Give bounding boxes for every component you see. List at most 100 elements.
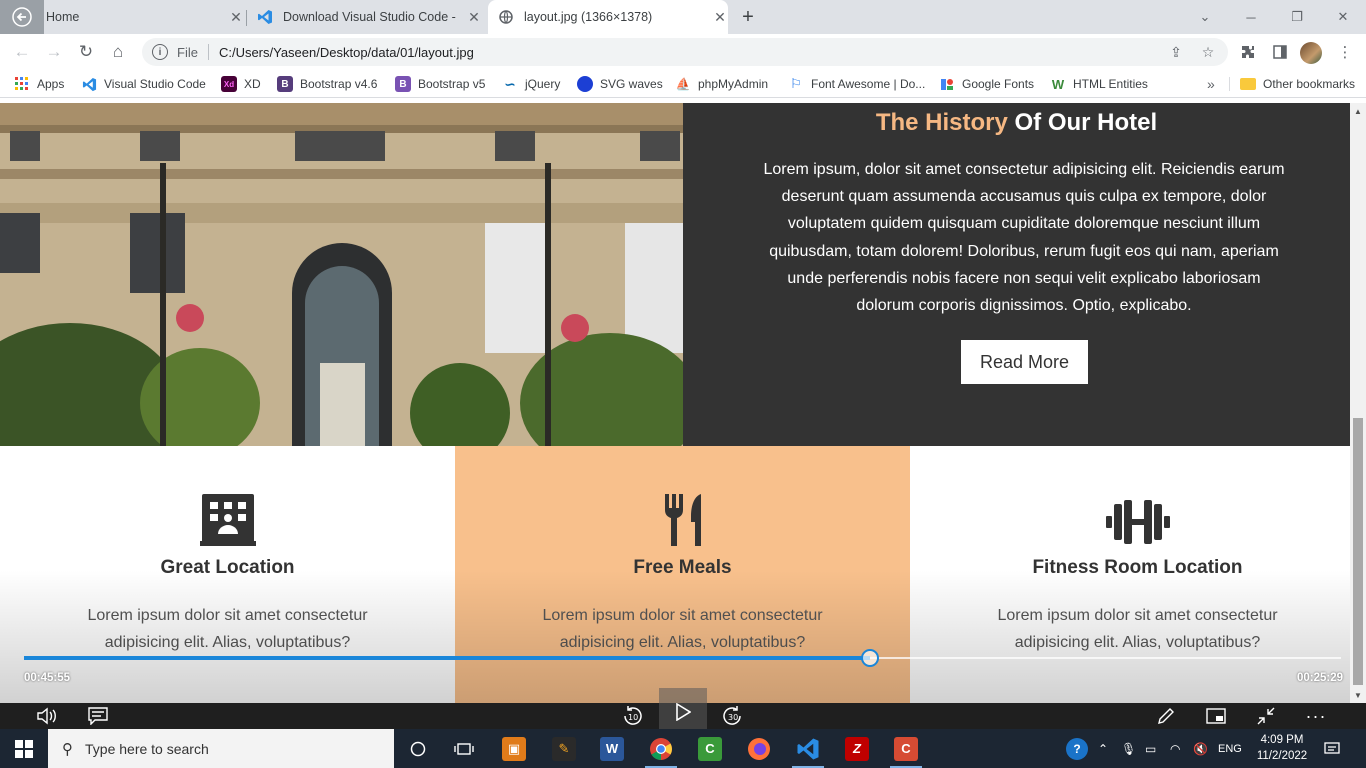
history-paragraph: Lorem ipsum, dolor sit amet consectetur … <box>763 161 1285 315</box>
tab-vscode-download[interactable]: Download Visual Studio Code - M ✕ <box>257 0 482 34</box>
close-tab-icon[interactable]: ✕ <box>466 9 482 25</box>
bookmark-vscode[interactable]: Visual Studio Code <box>81 74 206 94</box>
back-arrow-icon <box>12 7 32 27</box>
close-tab-icon[interactable]: ✕ <box>712 9 728 25</box>
bookmark-label: Font Awesome | Do... <box>811 77 926 91</box>
bookmark-font-awesome[interactable]: ⚐ Font Awesome | Do... <box>788 74 925 94</box>
tab-layout-image[interactable]: layout.jpg (1366×1378) ✕ <box>488 0 728 34</box>
bookmark-xd[interactable]: Xd XD <box>221 74 261 94</box>
feature-title: Free Meals <box>633 557 732 578</box>
feature-card-fitness: Fitness Room Location Lorem ipsum dolor … <box>910 446 1350 703</box>
scrollbar-thumb[interactable] <box>1353 418 1363 685</box>
help-icon[interactable]: ? <box>1066 729 1088 768</box>
back-overlay-button[interactable] <box>0 0 44 34</box>
restore-icon[interactable]: ❐ <box>1274 0 1320 34</box>
read-more-button[interactable]: Read More <box>961 340 1088 384</box>
side-panel-icon[interactable] <box>1266 38 1294 66</box>
profile-avatar[interactable] <box>1300 42 1322 64</box>
microphone-icon[interactable]: 🎙 <box>1121 729 1136 768</box>
bookmarks-bar: Apps Visual Studio Code Xd XD B Bootstra… <box>0 70 1366 98</box>
forward-icon[interactable]: → <box>40 38 68 66</box>
app-icon-designer[interactable]: ✎ <box>540 729 588 768</box>
rewind-10-icon[interactable]: 10 <box>616 703 648 729</box>
bookmark-star-icon[interactable]: ☆ <box>1194 38 1222 66</box>
bookmark-bootstrap-5[interactable]: B Bootstrap v5 <box>395 74 485 94</box>
wifi-icon[interactable]: ◠ <box>1170 729 1180 768</box>
url-text[interactable]: C:/Users/Yaseen/Desktop/data/01/layout.j… <box>219 45 474 60</box>
chrome-icon[interactable] <box>637 729 685 768</box>
bookmark-label: Google Fonts <box>962 77 1035 91</box>
google-fonts-icon <box>939 76 955 92</box>
share-icon[interactable]: ⇪ <box>1162 38 1190 66</box>
scroll-down-arrow-icon[interactable]: ▼ <box>1354 691 1362 700</box>
search-icon: ⚲ <box>62 740 73 758</box>
show-hidden-icons-icon[interactable]: ⌃ <box>1098 729 1108 768</box>
vscode-icon <box>81 76 97 92</box>
minimize-icon[interactable]: ─ <box>1228 0 1274 34</box>
clock-date: 11/2/2022 <box>1256 750 1308 762</box>
subtitles-icon[interactable] <box>82 703 114 729</box>
notifications-icon[interactable] <box>1324 729 1340 768</box>
scroll-up-arrow-icon[interactable]: ▲ <box>1354 107 1362 116</box>
cortana-icon[interactable] <box>394 729 442 768</box>
bookmark-label: Apps <box>37 77 65 91</box>
volume-muted-icon[interactable]: 🔇 <box>1193 729 1208 768</box>
close-window-icon[interactable]: ✕ <box>1320 0 1366 34</box>
globe-icon <box>498 9 514 25</box>
feature-text: Lorem ipsum dolor sit amet consectetur a… <box>997 607 1278 651</box>
bootstrap-icon: B <box>395 76 411 92</box>
bookmark-label: HTML Entities <box>1073 77 1148 91</box>
vscode-taskbar-icon[interactable] <box>784 729 832 768</box>
bookmark-bootstrap-4[interactable]: B Bootstrap v4.6 <box>277 74 377 94</box>
battery-icon[interactable]: ▭ <box>1145 729 1156 768</box>
tab-divider <box>246 10 247 26</box>
back-icon[interactable]: ← <box>8 38 36 66</box>
seek-bar-progress <box>24 656 870 660</box>
utensils-icon <box>455 494 910 548</box>
firefox-icon[interactable] <box>735 729 783 768</box>
camtasia-icon[interactable]: C <box>686 729 734 768</box>
pen-edit-icon[interactable] <box>1150 703 1182 729</box>
word-icon[interactable]: W <box>588 729 636 768</box>
bookmark-phpmyadmin[interactable]: ⛵ phpMyAdmin <box>675 74 769 94</box>
taskbar-clock[interactable]: 4:09 PM 11/2/2022 <box>1252 732 1312 764</box>
address-bar[interactable]: i File C:/Users/Yaseen/Desktop/data/01/l… <box>142 38 1228 66</box>
mini-view-icon[interactable] <box>1200 703 1232 729</box>
exit-fullscreen-icon[interactable] <box>1250 703 1282 729</box>
task-view-icon[interactable] <box>440 729 488 768</box>
tab-strip: Home ✕ Download Visual Studio Code - M ✕… <box>0 0 1366 34</box>
bookmark-apps[interactable]: Apps <box>14 74 64 94</box>
volume-icon[interactable] <box>32 703 64 729</box>
tab-home[interactable]: Home ✕ <box>44 0 244 34</box>
home-icon[interactable]: ⌂ <box>104 38 132 66</box>
browser-menu-icon[interactable]: ⋮ <box>1331 38 1359 66</box>
tab-search-chevron-icon[interactable]: ⌄ <box>1182 0 1228 34</box>
bookmark-jquery[interactable]: ∽ jQuery <box>502 74 560 94</box>
bookmark-html-entities[interactable]: W HTML Entities <box>1050 74 1148 94</box>
new-tab-button[interactable]: + <box>736 6 760 28</box>
close-tab-icon[interactable]: ✕ <box>228 9 244 25</box>
language-indicator[interactable]: ENG <box>1218 729 1242 768</box>
extensions-icon[interactable] <box>1234 38 1262 66</box>
svg-text:30: 30 <box>728 713 738 722</box>
page-scrollbar[interactable]: ▲ ▼ <box>1350 103 1366 703</box>
other-bookmarks-folder[interactable]: Other bookmarks <box>1240 74 1355 94</box>
site-info-icon[interactable]: i <box>152 44 168 60</box>
url-divider <box>207 44 209 60</box>
url-scheme-label: File <box>177 44 198 60</box>
reload-icon[interactable]: ↻ <box>72 38 100 66</box>
seek-thumb[interactable] <box>860 649 879 667</box>
app-icon-orange[interactable]: ▣ <box>490 729 538 768</box>
more-bookmarks-chevron-icon[interactable]: » <box>1207 74 1215 94</box>
bookmark-google-fonts[interactable]: Google Fonts <box>939 74 1034 94</box>
taskbar-search-box[interactable]: ⚲ Type here to search <box>48 729 394 768</box>
more-options-icon[interactable]: ··· <box>1300 703 1332 729</box>
tab-title: Download Visual Studio Code - M <box>283 10 460 24</box>
forward-30-icon[interactable]: 30 <box>717 703 749 729</box>
svg-text:10: 10 <box>628 713 638 722</box>
bootstrap-icon: B <box>277 76 293 92</box>
filezilla-icon[interactable]: Z <box>833 729 881 768</box>
bookmark-svg-waves[interactable]: SVG waves <box>577 74 663 94</box>
camtasia-recorder-icon[interactable]: C <box>882 729 930 768</box>
start-button[interactable] <box>0 729 48 768</box>
